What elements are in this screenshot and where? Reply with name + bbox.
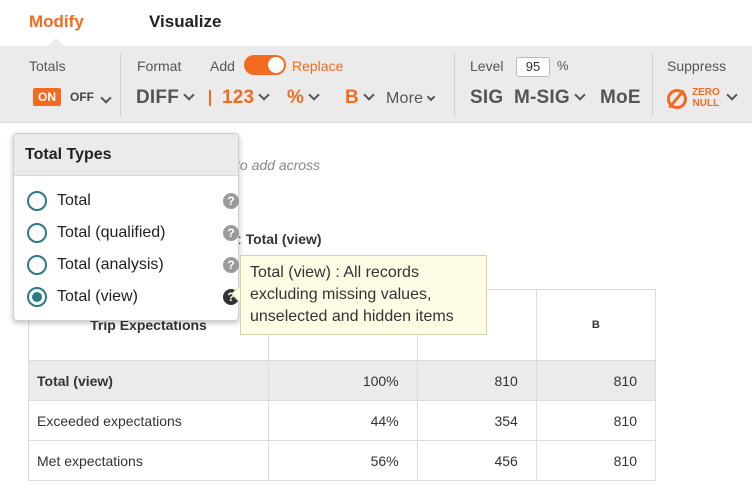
cell: 100% (268, 360, 418, 401)
totals-on-button[interactable]: ON (33, 88, 61, 106)
level-input[interactable]: 95 (516, 57, 550, 77)
row-label: Total (view) (28, 360, 269, 401)
toolbar-separator (652, 54, 653, 116)
help-tooltip: Total (view) : All records excluding mis… (240, 255, 487, 335)
totals-label: Totals (29, 58, 66, 74)
zero-null-label[interactable]: ZERO NULL (692, 87, 720, 109)
option-label: Total (qualified) (57, 224, 166, 241)
radio-button[interactable] (27, 191, 47, 211)
cell: 810 (535, 400, 657, 441)
percent-format-button[interactable]: % (287, 87, 320, 109)
cell: 810 (416, 360, 537, 401)
chevron-down-icon (427, 92, 436, 102)
level-unit: % (557, 58, 569, 73)
numbers-format-button[interactable]: 123 (222, 87, 270, 109)
cell: 810 (535, 440, 657, 481)
option-label: Total (view) (57, 288, 138, 305)
chevron-down-icon (726, 89, 738, 101)
more-button[interactable]: More (386, 90, 436, 108)
cell: 354 (416, 400, 537, 441)
add-label: Add (210, 58, 235, 74)
b-format-button[interactable]: B (345, 87, 375, 109)
sig-button[interactable]: SIG (470, 87, 503, 109)
replace-label[interactable]: Replace (292, 58, 343, 74)
suppress-label: Suppress (667, 58, 727, 74)
help-icon[interactable]: ? (223, 225, 239, 241)
total-types-popup: Total Types Total ? Total (qualified) ? … (13, 133, 239, 321)
chevron-down-icon (258, 89, 270, 101)
radio-button-selected[interactable] (27, 287, 47, 307)
table-row[interactable]: Exceeded expectations 44% 354 810 (28, 400, 657, 441)
diff-button[interactable]: DIFF (136, 87, 195, 109)
table-row[interactable]: Met expectations 56% 456 810 (28, 440, 657, 481)
suppress-icon[interactable] (667, 89, 687, 109)
cell: 56% (268, 440, 418, 481)
format-divider (209, 90, 211, 106)
tooltip-arrow (231, 285, 240, 303)
toggle-knob (268, 57, 284, 73)
cell: 456 (416, 440, 537, 481)
cell: 810 (535, 360, 657, 401)
option-total[interactable]: Total ? (27, 190, 239, 212)
level-label: Level (470, 58, 504, 74)
add-replace-toggle[interactable] (244, 55, 286, 75)
option-label: Total (57, 192, 91, 209)
modify-toolbar: Totals Format Add Replace Level Suppress… (0, 46, 752, 123)
totals-off-button[interactable]: OFF (70, 90, 94, 104)
moe-button[interactable]: MoE (600, 87, 641, 109)
table-row[interactable]: Total (view) 100% 810 810 (28, 360, 657, 401)
msig-button[interactable]: M-SIG (514, 87, 586, 109)
row-label: Met expectations (28, 440, 269, 481)
active-tab-caret (48, 38, 64, 46)
top-tab-bar: Modify Visualize (0, 0, 752, 46)
tab-modify[interactable]: Modify (29, 12, 84, 32)
option-total-qualified[interactable]: Total (qualified) ? (27, 222, 239, 244)
chevron-down-icon (363, 89, 375, 101)
tab-visualize[interactable]: Visualize (149, 12, 221, 32)
option-total-view[interactable]: Total (view) ? (27, 286, 239, 308)
chevron-down-icon (574, 89, 586, 101)
help-icon[interactable]: ? (223, 193, 239, 209)
selection-text: n: Total (view) (230, 231, 322, 247)
row-label: Exceeded expectations (28, 400, 269, 441)
chevron-down-icon (308, 89, 320, 101)
radio-button[interactable] (27, 255, 47, 275)
drop-hint: to add across (236, 157, 321, 173)
popup-title: Total Types (14, 134, 238, 176)
format-label: Format (137, 58, 182, 74)
chevron-down-icon (183, 89, 195, 101)
option-total-analysis[interactable]: Total (analysis) ? (27, 254, 239, 276)
toolbar-separator (454, 54, 455, 116)
cell: 44% (268, 400, 418, 441)
option-label: Total (analysis) (57, 256, 164, 273)
toolbar-separator (120, 54, 121, 116)
column-header-b[interactable]: B (535, 289, 657, 361)
radio-button[interactable] (27, 223, 47, 243)
suppress-dropdown[interactable] (726, 87, 738, 109)
help-icon[interactable]: ? (223, 257, 239, 273)
